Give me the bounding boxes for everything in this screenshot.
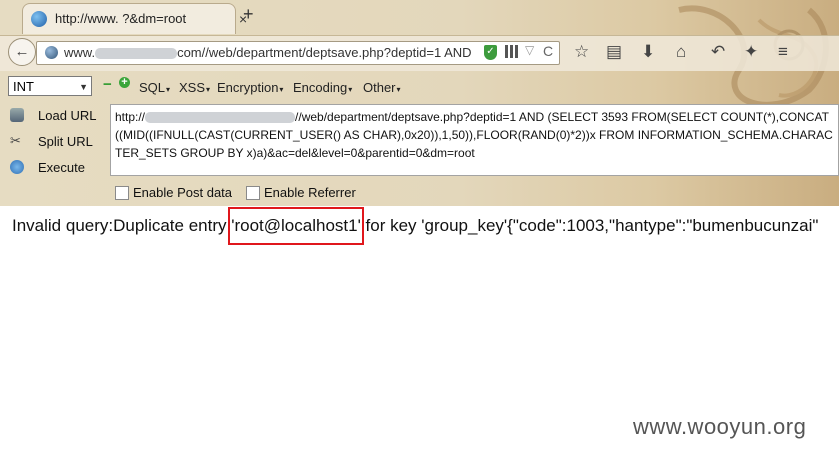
shield-icon[interactable]: ✓: [484, 45, 497, 60]
load-url-button[interactable]: Load URL: [8, 107, 108, 127]
redacted-domain: [95, 48, 178, 60]
reload-icon[interactable]: C: [543, 43, 553, 59]
execute-icon: [10, 160, 24, 174]
highlight-box: [228, 207, 364, 245]
globe-icon: [31, 11, 47, 27]
url-textarea[interactable]: http:////web/department/deptsave.php?dep…: [110, 104, 839, 176]
history-dropdown-icon[interactable]: ▽: [525, 43, 534, 57]
url-text: www. com//web/department/deptsave.php?dep…: [64, 45, 472, 60]
scissors-icon: ✂: [10, 133, 21, 148]
undo-icon[interactable]: ↶: [711, 42, 725, 62]
encoding-select-value: INT: [13, 79, 34, 94]
encoding-select[interactable]: INT ▼: [8, 76, 92, 96]
tab-title: http://www. ?&dm=root: [55, 11, 187, 26]
split-url-button[interactable]: ✂ Split URL: [8, 133, 108, 153]
load-url-icon: [10, 108, 24, 122]
execute-button[interactable]: Execute: [8, 159, 108, 179]
download-icon[interactable]: ⬇: [641, 42, 655, 62]
increment-icon[interactable]: +: [119, 77, 130, 88]
menu-icon[interactable]: ≡: [778, 42, 788, 62]
redacted-host: [145, 112, 296, 124]
menu-other[interactable]: Other▾: [363, 80, 401, 95]
address-bar[interactable]: www. com//web/department/deptsave.php?dep…: [36, 41, 560, 65]
enable-post-checkbox[interactable]: [115, 186, 129, 200]
menu-encoding[interactable]: Encoding▾: [293, 80, 352, 95]
reading-list-icon[interactable]: ▤: [606, 42, 622, 62]
qr-code-icon[interactable]: [505, 45, 518, 58]
site-identity-icon: [45, 46, 58, 59]
enable-referrer-label: Enable Referrer: [264, 185, 356, 200]
watermark: www.wooyun.org: [633, 414, 807, 439]
menu-sql[interactable]: SQL▾: [139, 80, 170, 95]
home-icon[interactable]: ⌂: [676, 42, 686, 62]
bookmark-star-icon[interactable]: ☆: [574, 42, 589, 62]
menu-encryption[interactable]: Encryption▾: [217, 80, 283, 95]
addon-icon[interactable]: ✦: [744, 42, 758, 62]
browser-tab[interactable]: http://www. ?&dm=root ×: [22, 3, 247, 34]
menu-xss[interactable]: XSS▾: [179, 80, 210, 95]
enable-post-label: Enable Post data: [133, 185, 233, 200]
back-button[interactable]: ←: [8, 38, 36, 66]
new-tab-button[interactable]: +: [243, 4, 254, 25]
chevron-down-icon: ▼: [79, 82, 88, 92]
enable-referrer-checkbox[interactable]: [246, 186, 260, 200]
error-message: Invalid query:Duplicate entry 'root@loca…: [12, 216, 819, 235]
decrement-icon[interactable]: −: [103, 76, 112, 93]
